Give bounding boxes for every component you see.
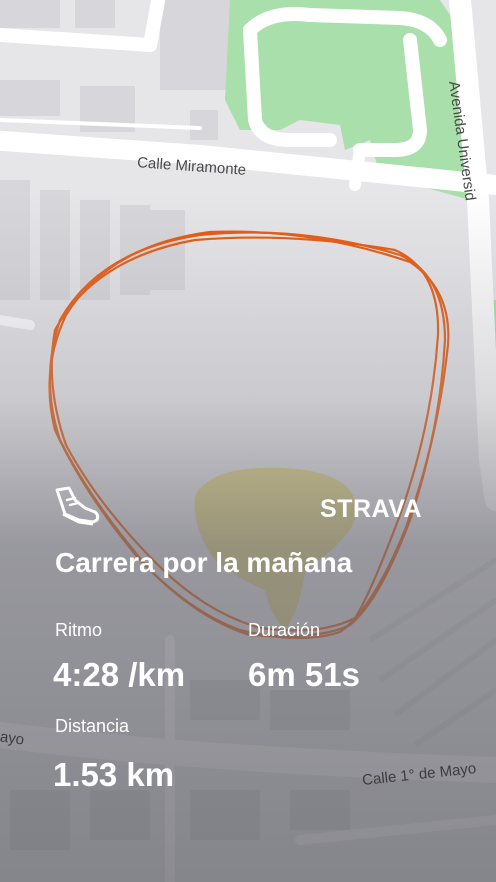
pace-value: 4:28 /km <box>53 656 186 693</box>
strava-logo: STRAVA <box>320 495 423 523</box>
duration-label: Duración <box>248 620 321 640</box>
distance-value: 1.53 km <box>53 756 175 793</box>
duration-value: 6m 51s <box>248 656 360 693</box>
activity-title: Carrera por la mañana <box>55 547 353 578</box>
running-shoe-icon <box>55 486 100 526</box>
pace-label: Ritmo <box>55 620 103 640</box>
activity-card: STRAVA Carrera por la mañana Ritmo 4:28 … <box>0 0 496 882</box>
distance-label: Distancia <box>55 716 130 736</box>
